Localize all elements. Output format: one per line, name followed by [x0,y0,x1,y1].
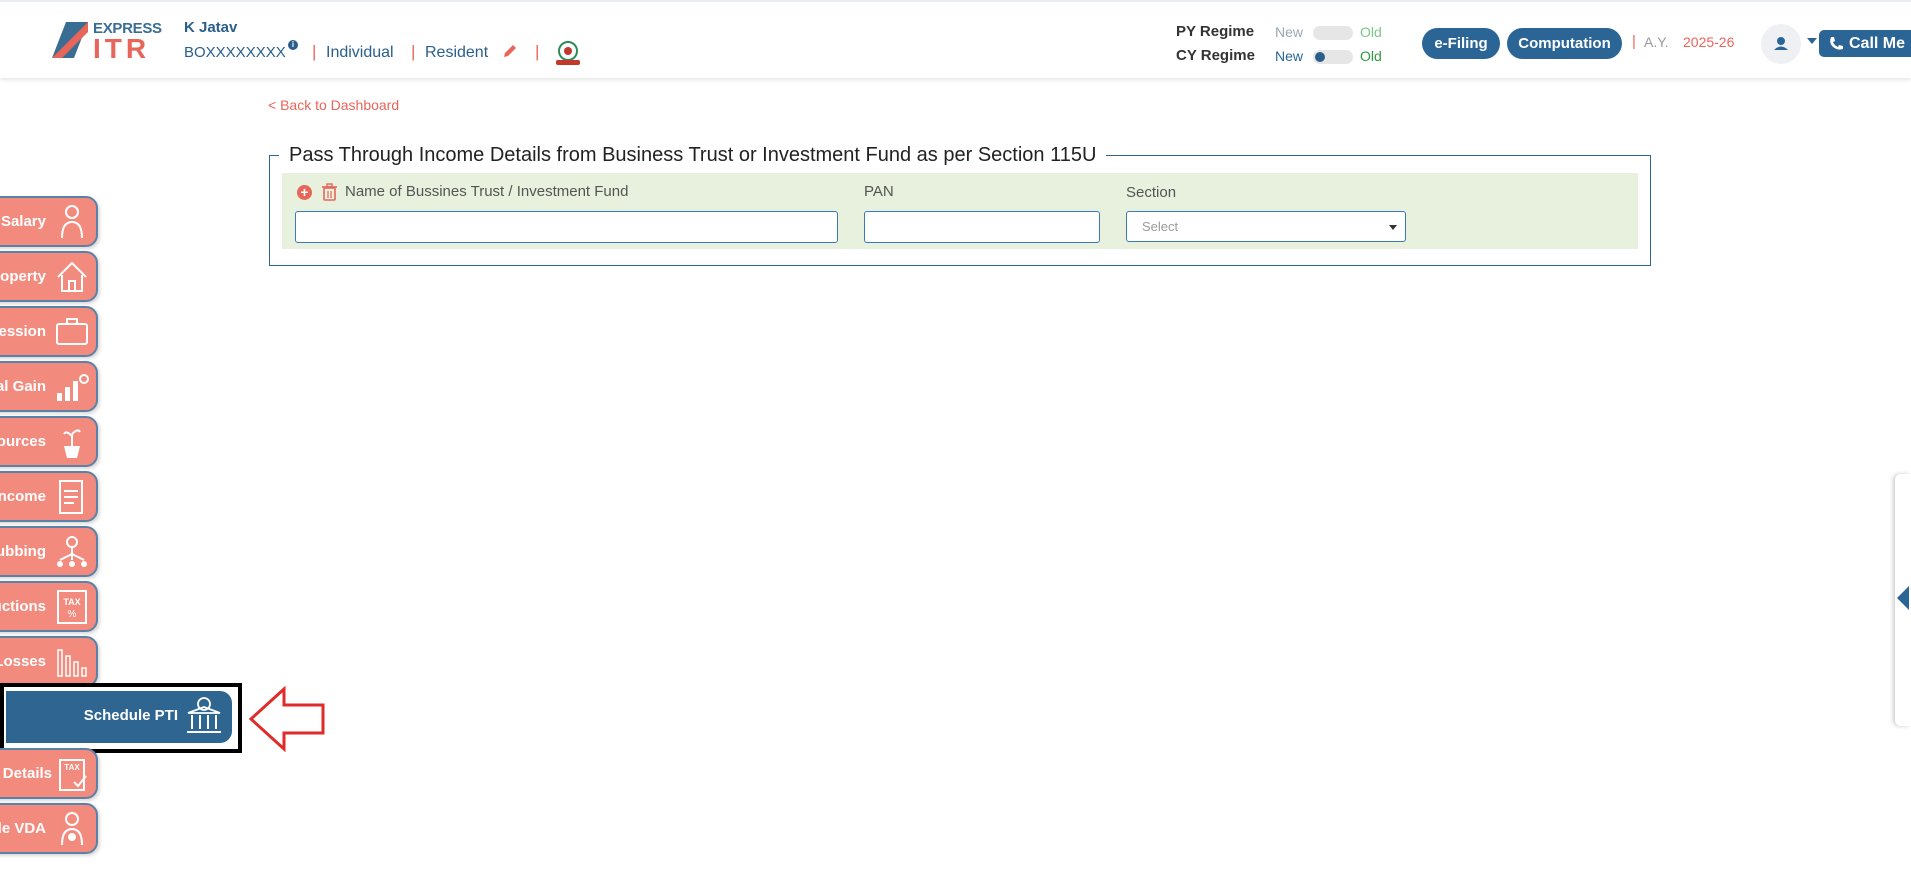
user-pan: BOXXXXXXXX [184,44,286,61]
briefcase-icon [56,318,88,345]
col-label-section: Section [1126,184,1177,201]
sidenav-item-other-sources[interactable]: Sources [0,416,98,467]
chevron-down-icon[interactable] [1807,38,1817,44]
sidenav-item-exempt-income[interactable]: ncome [0,471,98,522]
call-me-label: Call Me [1849,35,1906,52]
sidenav-label: roperty [0,268,46,285]
house-icon [57,261,87,292]
tax-percent-icon: TAX% [57,590,87,624]
call-me-button[interactable]: Call Me [1819,30,1911,57]
sidenav-item-capital-gain[interactable]: al Gain [0,361,98,412]
ay-label: A.Y. [1644,34,1669,50]
section-select[interactable]: Select [1126,211,1406,242]
sidenav-label: al Gain [0,378,46,395]
express-itr-logo[interactable]: EXPRESS ITR [48,18,162,64]
py-regime-old: Old [1360,24,1382,40]
sidenav-label: Salary [0,213,46,230]
svg-text:TAX: TAX [63,597,80,607]
cy-regime-label: CY Regime [1176,47,1255,64]
trash-icon[interactable] [321,183,338,202]
sidenav-item-property[interactable]: roperty [0,251,98,302]
user-residency: Resident [425,44,489,61]
growth-chart-icon [57,374,89,401]
tax-clipboard-icon: TAX [59,759,87,791]
ay-value[interactable]: 2025-26 [1683,34,1734,50]
cy-regime-toggle[interactable] [1313,50,1353,64]
govt-emblem-icon [556,41,580,65]
sidenav-item-deductions[interactable]: uctions TAX% [0,581,98,632]
red-outline-arrow-icon [248,686,325,752]
separator: | [411,42,416,61]
sidenav-label: t Details [0,765,52,782]
sidenav-label: uctions [0,598,46,615]
py-regime-new: New [1275,24,1304,40]
sidenav-item-salary[interactable]: Salary [0,196,98,247]
cy-regime-old: Old [1360,48,1382,64]
person-coin-icon [61,812,83,846]
sidenav-item-schedule-pti[interactable]: Schedule PTI [6,691,232,743]
sidenav-label: Losses [0,653,46,670]
logo-mark-icon [52,22,88,58]
sidenav-item-schedule-vda[interactable]: ule VDA [0,803,98,854]
user-icon [1774,37,1788,50]
user-type: Individual [326,44,394,61]
user-name: K Jatav [184,19,238,36]
svg-text:%: % [68,609,77,620]
svg-text:TAX: TAX [64,763,80,772]
col-label-trust-name: Name of Bussines Trust / Investment Fund [345,183,629,200]
bank-building-icon [187,697,221,733]
pencil-edit-icon[interactable] [501,42,519,60]
declining-chart-icon [57,649,87,677]
section-title: Pass Through Income Details from Busines… [279,144,1107,167]
pan-input[interactable] [864,211,1100,243]
computation-button[interactable]: Computation [1507,28,1622,59]
separator: | [1632,33,1636,50]
efiling-button[interactable]: e-Filing [1422,28,1500,59]
sidenav-label: Schedule PTI [83,707,178,724]
caret-down-icon [1389,225,1397,230]
add-row-icon[interactable]: + [297,185,312,200]
right-drawer-tab[interactable] [1895,474,1911,726]
logo-itr-text: ITR [93,33,151,64]
sidenav-item-tax-details[interactable]: t Details TAX [0,748,98,799]
sidenav-item-clubbing[interactable]: ubbing [0,526,98,577]
tax-document-icon [59,480,83,514]
trust-name-input[interactable] [295,211,838,243]
phone-icon [1830,37,1843,50]
sidenav-label: ubbing [0,543,46,560]
info-icon[interactable]: i [288,40,298,50]
sidenav-label: ncome [0,488,46,505]
section-select-placeholder: Select [1142,219,1179,234]
col-label-pan: PAN [864,183,894,200]
back-to-dashboard-link[interactable]: < Back to Dashboard [268,97,399,113]
sidenav-label: Sources [0,433,46,450]
separator: | [535,42,540,61]
sidenav-item-losses[interactable]: Losses [0,636,98,687]
top-header: EXPRESS ITR K Jatav BOXXXXXXXX i | Indiv… [0,0,1911,78]
sidenav-label: ule VDA [0,820,46,837]
person-network-icon [57,536,87,567]
user-avatar[interactable] [1761,24,1801,64]
py-regime-toggle[interactable] [1313,26,1353,40]
chevron-left-icon [1897,586,1909,610]
salary-person-icon [61,205,83,239]
py-regime-label: PY Regime [1176,23,1255,40]
sidenav-item-profession[interactable]: fession [0,306,98,357]
sidenav-label: fession [0,323,46,340]
separator: | [312,42,317,61]
cy-regime-new: New [1275,48,1304,64]
plant-pot-icon [63,429,81,458]
